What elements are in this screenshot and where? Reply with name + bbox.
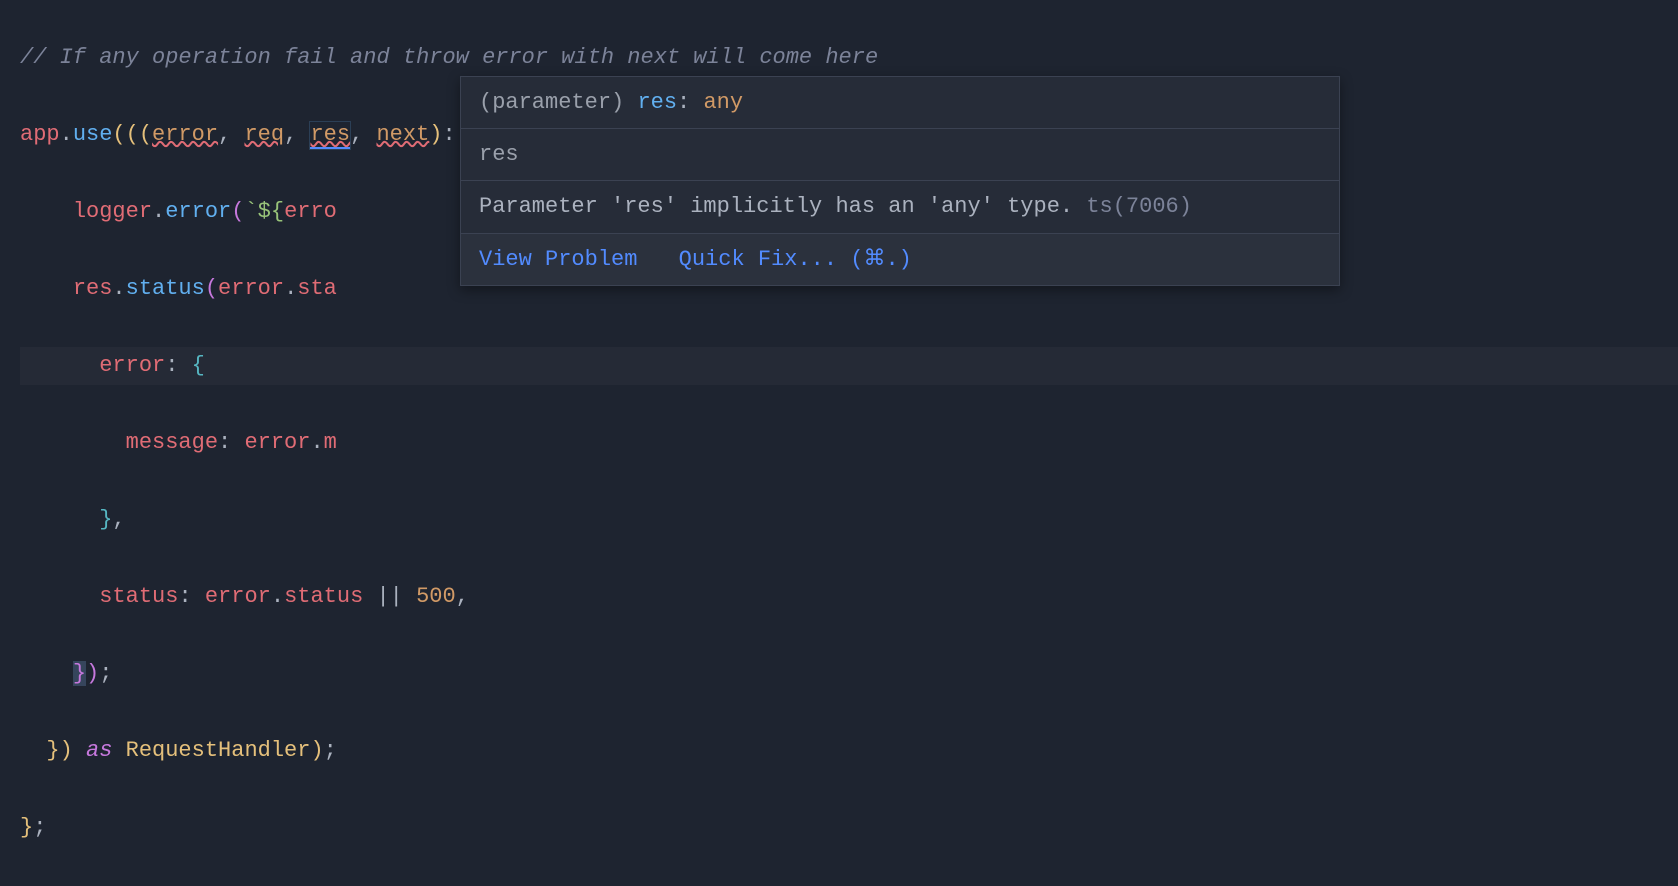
code-line: status: error.status || 500, — [20, 578, 1678, 617]
tooltip-actions: View Problem Quick Fix... (⌘.) — [461, 234, 1339, 285]
code-line: error: { — [20, 347, 1678, 386]
code-line: }) as RequestHandler); — [20, 732, 1678, 771]
code-line: message: error.m — [20, 424, 1678, 463]
comment: // If any operation fail and throw error… — [20, 45, 878, 70]
error-code: ts(7006) — [1086, 194, 1192, 219]
param-res-hover[interactable]: res — [310, 122, 350, 149]
param-error: error — [152, 122, 218, 147]
error-message-row: Parameter 'res' implicitly has an 'any' … — [461, 181, 1339, 233]
code-line: }, — [20, 501, 1678, 540]
param-next: next — [376, 122, 429, 147]
code-line: // If any operation fail and throw error… — [20, 39, 1678, 78]
type-ref: RequestHandler — [126, 738, 311, 763]
name-row: res — [461, 129, 1339, 181]
identifier: app — [20, 122, 60, 147]
code-line: }; — [20, 809, 1678, 848]
view-problem-link[interactable]: View Problem — [479, 247, 637, 272]
hover-tooltip: (parameter) res: any res Parameter 'res'… — [460, 76, 1340, 286]
signature-row: (parameter) res: any — [461, 77, 1339, 129]
code-line: }); — [20, 655, 1678, 694]
quick-fix-link[interactable]: Quick Fix... (⌘.) — [679, 247, 912, 272]
param-req: req — [244, 122, 284, 147]
method: use — [73, 122, 113, 147]
